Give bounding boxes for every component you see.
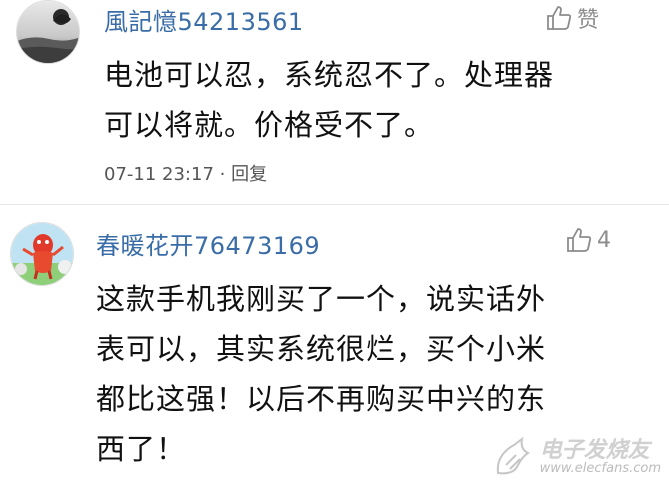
comment-text: 电池可以忍，系统忍不了。处理器 可以将就。价格受不了。 (104, 58, 555, 142)
timestamp: 07-11 23:17 (104, 164, 214, 185)
like-count: 4 (597, 227, 611, 253)
avatar[interactable] (10, 222, 74, 286)
thumbs-up-icon (547, 6, 572, 30)
divider (0, 204, 669, 205)
username[interactable]: 春暖花开76473169 (96, 226, 320, 261)
avatar-image (11, 223, 73, 285)
elecfans-logo-icon (496, 436, 530, 475)
comment-text: 这款手机我刚买了一个，说实话外 表可以，其实系统很烂，买个小米 都比这强！以后不… (96, 282, 547, 466)
reply-button[interactable]: 回复 (231, 164, 267, 185)
watermark-logo-text: 电子发烧友 (539, 437, 650, 463)
username[interactable]: 風記憶54213561 (104, 2, 304, 37)
avatar[interactable] (16, 0, 80, 64)
watermark-url: www.elecfans.com (539, 460, 661, 476)
avatar-image (17, 1, 79, 63)
watermark: 电子发烧友 www.elecfans.com (492, 435, 661, 479)
like-button[interactable]: 赞 (545, 2, 599, 34)
thumbs-up-icon (567, 228, 592, 252)
meta-separator: · (219, 164, 226, 185)
comment-meta: 07-11 23:17 · 回复 (104, 160, 267, 186)
like-button[interactable]: 4 (565, 226, 611, 254)
like-label: 赞 (577, 8, 600, 33)
